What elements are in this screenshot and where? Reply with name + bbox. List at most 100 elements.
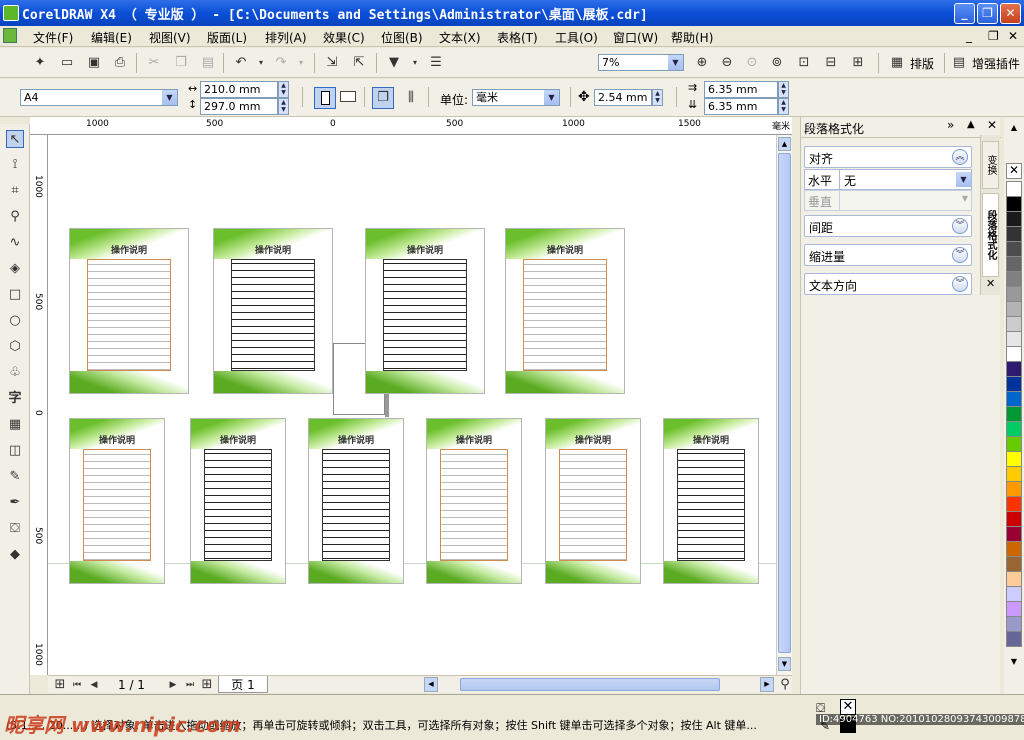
zoom-all-objects-icon[interactable]: ⊚ [768,54,786,72]
menu-table[interactable]: 表格(T) [497,29,538,46]
application-launcher-icon[interactable]: ▼ [385,54,403,72]
chevron-down-icon[interactable]: ︾ [952,247,968,263]
duplicate-distance-y-field[interactable]: 6.35 mm [704,98,778,115]
color-swatch[interactable] [1006,391,1022,407]
zoom-selected-icon[interactable]: ⊙ [743,54,761,72]
color-swatch[interactable] [1006,211,1022,227]
menu-edit[interactable]: 编辑(E) [91,29,132,46]
color-swatch[interactable] [1006,601,1022,617]
freehand-tool-icon[interactable]: ∿ [6,234,24,252]
enhance-plugin-icon[interactable]: ▤ [950,54,968,72]
shape-tool-icon[interactable]: ⟟ [6,156,24,174]
undo-icon[interactable]: ↶ [232,54,250,72]
open-icon[interactable]: ▭ [58,54,76,72]
ellipse-tool-icon[interactable]: ○ [6,312,24,330]
zoom-out-icon[interactable]: ⊖ [718,54,736,72]
text-tool-icon[interactable]: 字 [6,390,24,408]
color-swatch[interactable] [1006,466,1022,482]
zoom-page-icon[interactable]: ⊡ [795,54,813,72]
interactive-blend-tool-icon[interactable]: ◫ [6,442,24,460]
tab-close-icon[interactable]: ✕ [986,277,995,290]
welcome-screen-icon[interactable]: ☰ [427,54,445,72]
crop-tool-icon[interactable]: ⌗ [6,182,24,200]
color-swatch[interactable] [1006,226,1022,242]
import-icon[interactable]: ⇲ [323,54,341,72]
menu-window[interactable]: 窗口(W) [613,29,658,46]
palette-scroll-up-icon[interactable]: ▲ [1006,123,1022,135]
menu-file[interactable]: 文件(F) [33,29,73,46]
print-icon[interactable]: ⎙ [111,54,129,72]
duplicate-x-spinner[interactable]: ▲ ▼ [778,81,789,98]
palette-scroll-down-icon[interactable]: ▼ [1006,657,1022,669]
enhance-plugin-button[interactable]: 增强插件 [972,55,1020,72]
next-page-icon[interactable]: ▶ [164,676,182,694]
color-swatch[interactable] [1006,526,1022,542]
polygon-tool-icon[interactable]: ⬡ [6,338,24,356]
docker-collapse-icon[interactable]: ▲ [967,119,975,130]
horizontal-ruler[interactable]: 1000 500 0 500 1000 1500 毫米 [30,117,792,135]
zoom-tool-icon[interactable]: ⚲ [6,208,24,226]
chevron-down-icon[interactable]: ▼ [956,172,971,187]
chevron-down-icon[interactable]: ▼ [668,55,683,70]
all-pages-button[interactable]: ❐ [372,87,394,109]
units-select[interactable]: 毫米 ▼ [472,89,560,106]
navigator-icon[interactable]: ⚲ [776,676,794,694]
color-swatch[interactable] [1006,331,1022,347]
chevron-down-icon[interactable]: ︾ [952,218,968,234]
copy-icon[interactable]: ❐ [172,54,190,72]
chevron-up-icon[interactable]: ︽ [952,149,968,165]
page-size-select[interactable]: A4 ▼ [20,89,178,106]
app-icon[interactable] [3,5,19,21]
color-swatch[interactable] [1006,316,1022,332]
menu-help[interactable]: 帮助(H) [671,29,713,46]
close-button[interactable]: ✕ [1000,3,1021,24]
last-page-icon[interactable]: ⏭ [181,676,199,694]
display-board[interactable]: 操作说明 [213,228,333,394]
scroll-left-icon[interactable]: ◀ [424,677,438,692]
new-document-icon[interactable]: ✦ [31,54,49,72]
color-swatch[interactable] [1006,181,1022,197]
height-spinner[interactable]: ▲ ▼ [278,98,289,115]
redo-icon[interactable]: ↷ [272,54,290,72]
color-swatch[interactable] [1006,196,1022,212]
horizontal-scroll-thumb[interactable] [460,678,720,691]
basic-shapes-tool-icon[interactable]: ♧ [6,364,24,382]
vertical-align-select[interactable]: ▼ [839,191,971,210]
save-icon[interactable]: ▣ [85,54,103,72]
no-color-swatch[interactable]: ✕ [1006,163,1022,179]
landscape-icon[interactable] [340,91,356,102]
add-page-after-icon[interactable]: ⊞ [198,676,216,694]
docker-close-icon[interactable]: ✕ [987,118,997,132]
duplicate-distance-x-field[interactable]: 6.35 mm [704,81,778,98]
display-board[interactable]: 操作说明 [69,228,189,394]
minimize-button[interactable]: _ [954,3,975,24]
chevron-down-icon[interactable]: ︾ [952,276,968,292]
menu-text[interactable]: 文本(X) [439,29,481,46]
current-page-icon[interactable]: ⫼ [402,89,420,107]
add-page-icon[interactable]: ⊞ [51,676,69,694]
menu-effects[interactable]: 效果(C) [323,29,365,46]
alignment-section-header[interactable]: 对齐 ︽ [804,146,972,168]
color-swatch[interactable] [1006,616,1022,632]
color-swatch[interactable] [1006,556,1022,572]
display-board[interactable]: 操作说明 [663,418,759,584]
color-swatch[interactable] [1006,631,1022,647]
transform-tab[interactable]: 变换 [982,141,999,189]
page-width-field[interactable]: 210.0 mm [200,81,278,98]
indent-section-header[interactable]: 缩进量 ︾ [804,244,972,266]
spacing-section-header[interactable]: 间距 ︾ [804,215,972,237]
zoom-in-icon[interactable]: ⊕ [693,54,711,72]
display-board[interactable]: 操作说明 [190,418,286,584]
color-swatch[interactable] [1006,586,1022,602]
duplicate-y-spinner[interactable]: ▲ ▼ [778,98,789,115]
color-swatch[interactable] [1006,496,1022,512]
paste-icon[interactable]: ▤ [199,54,217,72]
color-swatch[interactable] [1006,361,1022,377]
scroll-up-icon[interactable]: ▲ [778,137,791,151]
vertical-scrollbar[interactable]: ▲ ▼ [776,135,792,675]
nudge-spinner[interactable]: ▲ ▼ [652,89,663,106]
color-swatch[interactable] [1006,436,1022,452]
color-swatch[interactable] [1006,406,1022,422]
display-board[interactable]: 操作说明 [545,418,641,584]
previous-page-icon[interactable]: ◀ [85,676,103,694]
